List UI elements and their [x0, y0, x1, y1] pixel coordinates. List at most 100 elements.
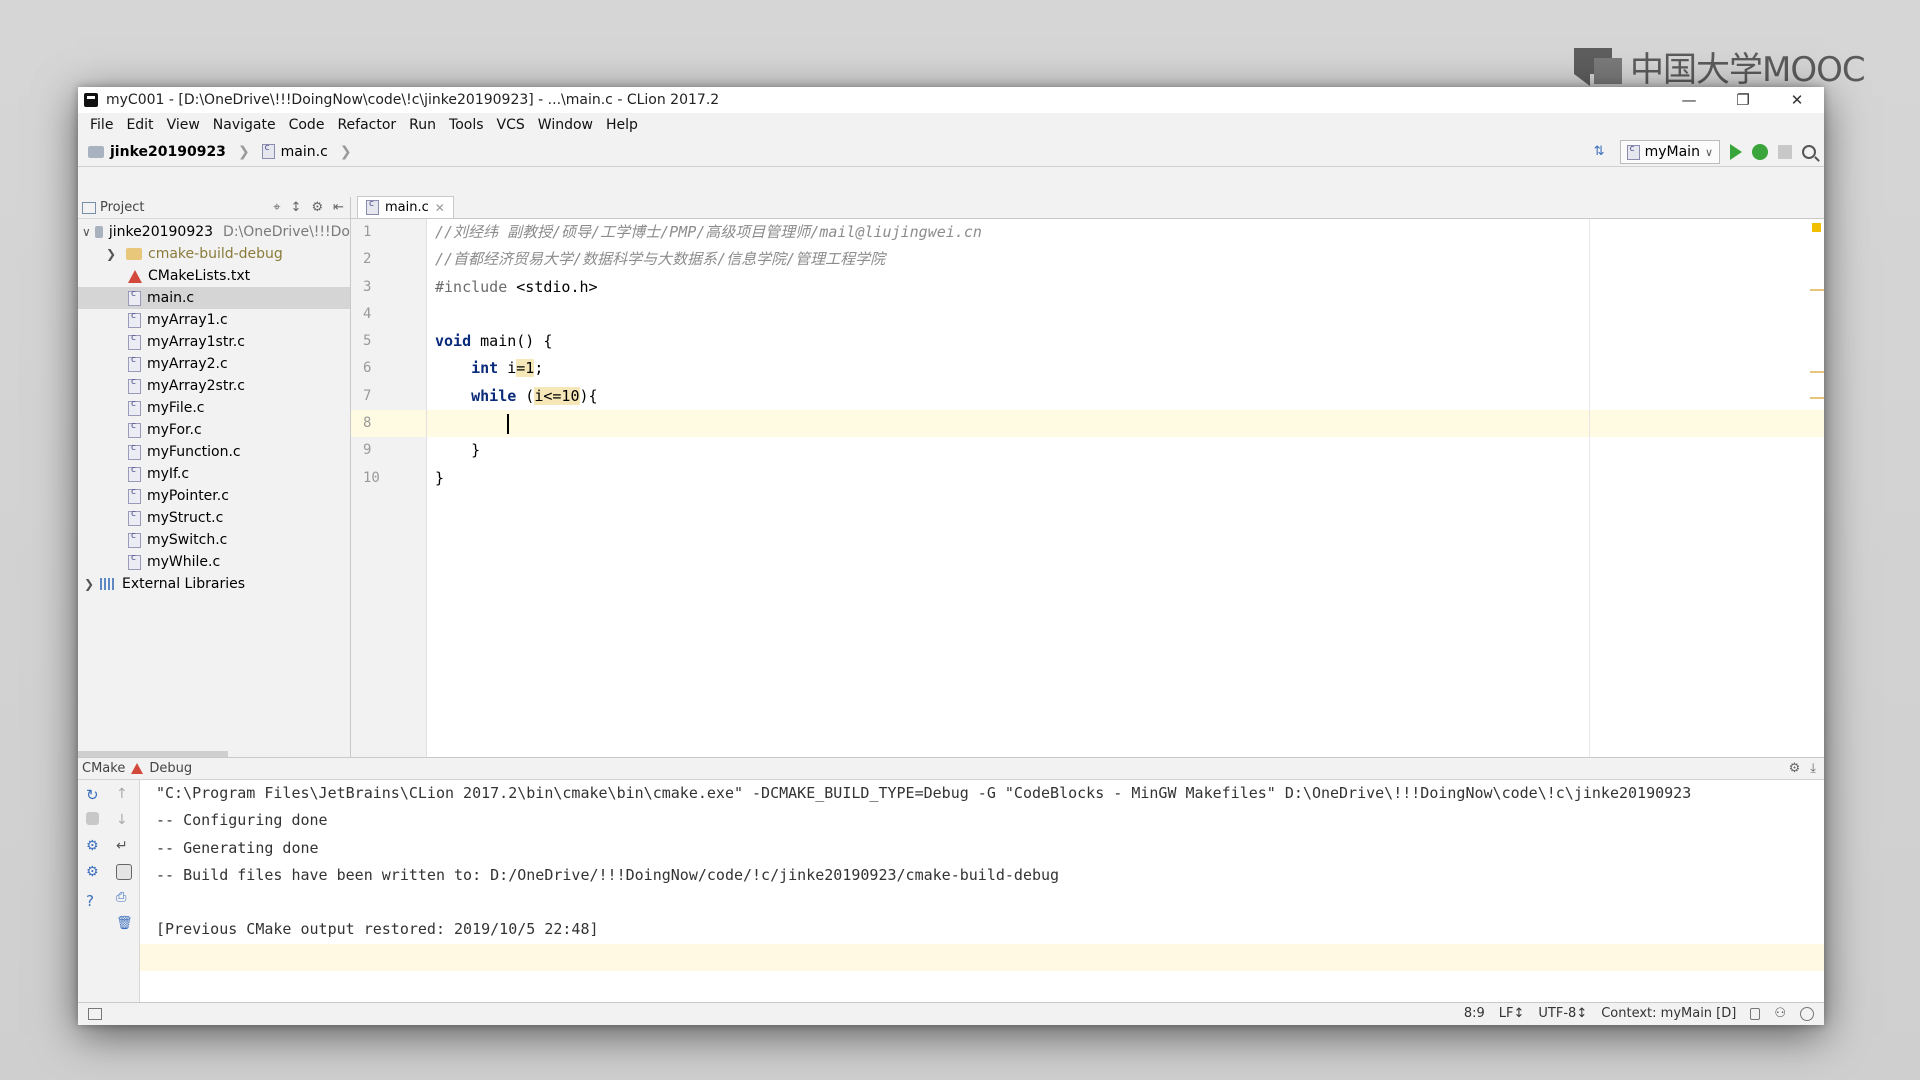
c-file-icon: [128, 487, 141, 504]
menu-refactor[interactable]: Refactor: [331, 117, 403, 133]
error-stripe[interactable]: [1810, 219, 1824, 757]
tree-item-main-c[interactable]: main.c: [78, 287, 350, 309]
comment: //刘经纬 副教授/硕导/工学博士/PMP/高级项目管理师/mail@liuji…: [435, 223, 982, 241]
context-selector[interactable]: Context: myMain [D]: [1601, 1006, 1736, 1021]
tree-item-myfor[interactable]: myFor.c: [78, 419, 350, 441]
collapse-icon[interactable]: ↕: [291, 200, 302, 215]
tree-item-myif[interactable]: myIf.c: [78, 463, 350, 485]
hide-panel-icon[interactable]: ⤓: [1810, 761, 1816, 776]
tree-item-myarray1[interactable]: myArray1.c: [78, 309, 350, 331]
project-icon: [82, 201, 96, 214]
project-panel: Project ⌖ ↕ ⚙ ⇤ ∨ jinke20190923 D:\OneDr…: [78, 197, 351, 757]
main-area: Project ⌖ ↕ ⚙ ⇤ ∨ jinke20190923 D:\OneDr…: [78, 196, 1824, 757]
gear-icon[interactable]: ⚙: [311, 200, 323, 215]
tree-item-mywhile[interactable]: myWhile.c: [78, 551, 350, 573]
run-configuration-select[interactable]: myMain ∨: [1619, 140, 1720, 164]
tree-item-mystruct[interactable]: myStruct.c: [78, 507, 350, 529]
code-editor[interactable]: //刘经纬 副教授/硕导/工学博士/PMP/高级项目管理师/mail@liuji…: [427, 219, 1824, 757]
stripe-marker[interactable]: [1810, 289, 1824, 291]
lock-icon[interactable]: [1750, 1007, 1761, 1020]
line-number-gutter: 1 2 3 4 5 6 7 8 9 10: [351, 219, 427, 757]
tool-windows-icon[interactable]: [88, 1008, 102, 1020]
cursor-position[interactable]: 8:9: [1464, 1006, 1485, 1021]
event-log-icon[interactable]: [1800, 1006, 1814, 1021]
menu-help[interactable]: Help: [600, 117, 645, 133]
gear-icon[interactable]: ⚙: [86, 864, 102, 880]
tab-cmake[interactable]: CMake: [82, 761, 125, 776]
cmake-panel-header: CMake Debug ⚙ ⤓: [78, 758, 1824, 780]
tree-item-label: main.c: [147, 290, 195, 306]
build-sort-icon[interactable]: ⇅: [1594, 144, 1610, 160]
soft-wrap-icon[interactable]: ↵: [116, 838, 132, 854]
c-file-icon: [128, 311, 141, 328]
line-separator[interactable]: LF↕: [1499, 1006, 1525, 1021]
close-button[interactable]: ✕: [1770, 87, 1824, 113]
menu-vcs[interactable]: VCS: [491, 117, 532, 133]
code-line-10: }: [427, 465, 1824, 492]
tab-debug[interactable]: Debug: [149, 761, 192, 776]
menu-edit[interactable]: Edit: [120, 117, 160, 133]
stripe-marker[interactable]: [1810, 371, 1824, 373]
stripe-marker[interactable]: [1810, 397, 1824, 399]
folder-icon: [88, 145, 104, 158]
cmake-settings-icon[interactable]: ⚙: [86, 838, 102, 854]
menu-window[interactable]: Window: [532, 117, 600, 133]
arrow-down-icon[interactable]: ↓: [116, 812, 132, 828]
code-text: ;: [534, 359, 544, 378]
trash-icon[interactable]: 🗑: [116, 916, 133, 932]
menu-run[interactable]: Run: [403, 117, 443, 133]
tree-item-myarray2str[interactable]: myArray2str.c: [78, 375, 350, 397]
cmake-console[interactable]: "C:\Program Files\JetBrains\CLion 2017.2…: [140, 780, 1824, 1002]
minimize-button[interactable]: —: [1662, 87, 1716, 113]
reload-icon[interactable]: ↻: [86, 786, 102, 804]
close-tab-icon[interactable]: ✕: [435, 201, 445, 215]
search-icon[interactable]: [1802, 145, 1816, 159]
menu-navigate[interactable]: Navigate: [207, 117, 283, 133]
chevron-right-icon[interactable]: ❯: [104, 247, 118, 261]
tree-item-myswitch[interactable]: mySwitch.c: [78, 529, 350, 551]
gear-icon[interactable]: ⚙: [1789, 761, 1801, 776]
stop-icon[interactable]: [86, 812, 99, 825]
menu-file[interactable]: File: [84, 117, 120, 133]
tree-item-myfunction[interactable]: myFunction.c: [78, 441, 350, 463]
tree-item-label: myArray1.c: [147, 312, 228, 328]
tree-root[interactable]: ∨ jinke20190923 D:\OneDrive\!!!Do: [78, 221, 350, 243]
tree-item-cmake-build-debug[interactable]: ❯ cmake-build-debug: [78, 243, 350, 265]
print-icon[interactable]: ⎙: [116, 890, 132, 906]
debug-icon[interactable]: [1752, 144, 1768, 160]
scroll-to-end-icon[interactable]: [116, 864, 132, 880]
chevron-right-icon[interactable]: ❯: [82, 577, 96, 591]
arrow-up-icon[interactable]: ↑: [116, 786, 132, 802]
help-icon[interactable]: ?: [86, 892, 102, 910]
inspector-icon[interactable]: ⚇: [1774, 1006, 1786, 1021]
tree-item-myfile[interactable]: myFile.c: [78, 397, 350, 419]
breadcrumb-file[interactable]: main.c: [281, 144, 328, 160]
breadcrumb-project[interactable]: jinke20190923: [110, 144, 226, 160]
c-file-icon: [128, 465, 141, 482]
locate-icon[interactable]: ⌖: [273, 200, 280, 215]
restore-button[interactable]: ❐: [1716, 87, 1770, 113]
tree-item-label: myArray2str.c: [147, 378, 245, 394]
menu-view[interactable]: View: [161, 117, 207, 133]
project-panel-title[interactable]: Project: [100, 200, 144, 215]
tree-item-myarray2[interactable]: myArray2.c: [78, 353, 350, 375]
tree-item-external-libraries[interactable]: ❯ External Libraries: [78, 573, 350, 595]
file-encoding[interactable]: UTF-8↕: [1538, 1006, 1587, 1021]
run-icon[interactable]: [1730, 144, 1742, 160]
menu-tools[interactable]: Tools: [443, 117, 491, 133]
chevron-down-icon[interactable]: ∨: [82, 225, 91, 239]
warning-indicator-icon[interactable]: [1812, 223, 1821, 232]
code-line-9: }: [427, 437, 1824, 464]
tree-item-label: mySwitch.c: [147, 532, 228, 548]
tab-main-c[interactable]: main.c ✕: [357, 196, 454, 218]
tree-item-mypointer[interactable]: myPointer.c: [78, 485, 350, 507]
menu-code[interactable]: Code: [283, 117, 332, 133]
stop-icon[interactable]: [1778, 145, 1792, 159]
line-number: 9: [363, 442, 372, 459]
c-file-icon: [128, 531, 141, 548]
c-file-icon: [261, 143, 275, 159]
tree-item-cmakelists[interactable]: CMakeLists.txt: [78, 265, 350, 287]
hide-icon[interactable]: ⇤: [333, 200, 344, 215]
tree-item-myarray1str[interactable]: myArray1str.c: [78, 331, 350, 353]
